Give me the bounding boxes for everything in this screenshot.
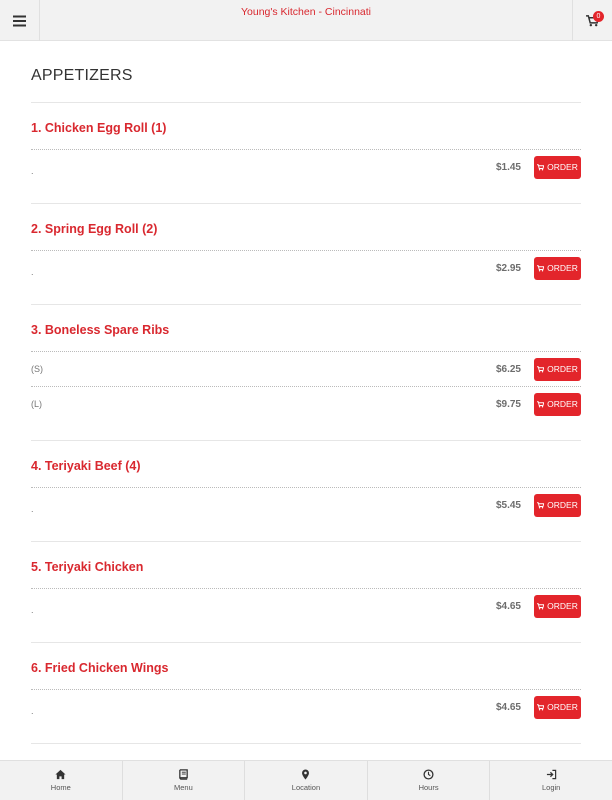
order-button[interactable]: ORDER bbox=[534, 695, 581, 719]
cart-icon bbox=[537, 163, 545, 170]
menu-option-row: (S) $6.25 ORDER bbox=[31, 351, 581, 386]
option-size-label: . bbox=[31, 605, 34, 615]
nav-login-label: Login bbox=[541, 783, 561, 792]
nav-hours[interactable]: Hours bbox=[368, 761, 491, 800]
menu-item-name: 3. Boneless Spare Ribs bbox=[31, 323, 170, 337]
cart-icon bbox=[537, 400, 545, 407]
menu-item: 3. Boneless Spare Ribs (S) $6.25 ORDER (L) $9… bbox=[31, 305, 581, 441]
menu-item: 2. Spring Egg Roll (2). $2.95 ORDER bbox=[31, 204, 581, 305]
option-price: $9.75 bbox=[495, 398, 521, 410]
hamburger-icon bbox=[13, 15, 26, 26]
order-button-label: ORDER bbox=[547, 162, 578, 172]
option-price: $5.45 bbox=[495, 499, 521, 511]
menu-button[interactable] bbox=[0, 0, 40, 41]
menu-option-row: . $4.65 ORDER bbox=[31, 588, 581, 623]
nav-hours-label: Hours bbox=[418, 783, 439, 792]
nav-login[interactable]: Login bbox=[490, 761, 612, 800]
option-size-label: . bbox=[31, 166, 34, 176]
menu-option-row: (L) $9.75 ORDER bbox=[31, 386, 581, 421]
nav-location-label: Location bbox=[291, 783, 321, 792]
menu-item-name: 5. Teriyaki Chicken bbox=[31, 560, 144, 574]
order-button-label: ORDER bbox=[547, 702, 578, 712]
clock-icon bbox=[423, 769, 434, 780]
menu-item: 6. Fried Chicken Wings. $4.65 ORDER bbox=[31, 643, 581, 744]
option-size-label: . bbox=[31, 706, 34, 716]
option-size-label: . bbox=[31, 504, 34, 514]
cart-icon bbox=[537, 602, 545, 609]
nav-menu-label: Menu bbox=[174, 783, 193, 792]
option-size-label: . bbox=[31, 267, 34, 277]
menu-content: APPETIZERS 1. Chicken Egg Roll (1). $1.45… bbox=[31, 41, 581, 760]
menu-option-row: . $5.45 ORDER bbox=[31, 487, 581, 522]
menu-item: 7. Fried Jumbo Shrimp (5) bbox=[31, 744, 581, 760]
order-button-label: ORDER bbox=[547, 364, 578, 374]
book-icon bbox=[179, 769, 188, 780]
cart-count-badge: 0 bbox=[593, 11, 604, 22]
menu-item-name: 2. Spring Egg Roll (2) bbox=[31, 222, 158, 236]
menu-option-row: . $2.95 ORDER bbox=[31, 250, 581, 285]
order-button[interactable]: ORDER bbox=[534, 392, 581, 416]
option-size-label: (L) bbox=[31, 399, 42, 409]
order-button-label: ORDER bbox=[547, 399, 578, 409]
option-price: $4.65 bbox=[495, 600, 521, 612]
sign-in-icon bbox=[546, 769, 556, 780]
order-button[interactable]: ORDER bbox=[534, 357, 581, 381]
menu-item-name: 6. Fried Chicken Wings bbox=[31, 661, 169, 675]
section-title: APPETIZERS bbox=[31, 67, 133, 84]
option-size-label: (S) bbox=[31, 364, 43, 374]
order-button[interactable]: ORDER bbox=[534, 493, 581, 517]
order-button-label: ORDER bbox=[547, 601, 578, 611]
option-price: $1.45 bbox=[495, 161, 521, 173]
menu-item-name: 4. Teriyaki Beef (4) bbox=[31, 459, 141, 473]
cart-icon bbox=[537, 264, 545, 271]
option-price: $6.25 bbox=[495, 363, 521, 375]
order-button[interactable]: ORDER bbox=[534, 594, 581, 618]
cart-icon bbox=[537, 501, 545, 508]
app-title: Young's Kitchen - Cincinnati bbox=[240, 6, 372, 18]
option-price: $4.65 bbox=[495, 701, 521, 713]
bottom-nav: Home Menu Location Hours Login bbox=[0, 760, 612, 800]
order-button[interactable]: ORDER bbox=[534, 256, 581, 280]
menu-item: 1. Chicken Egg Roll (1). $1.45 ORDER bbox=[31, 103, 581, 204]
cart-button[interactable]: 0 bbox=[572, 0, 612, 41]
nav-home-label: Home bbox=[50, 783, 71, 792]
map-marker-icon bbox=[302, 769, 310, 780]
menu-item: 5. Teriyaki Chicken. $4.65 ORDER bbox=[31, 542, 581, 643]
nav-home[interactable]: Home bbox=[0, 761, 123, 800]
menu-items-list: 1. Chicken Egg Roll (1). $1.45 ORDER 2. Spr… bbox=[31, 103, 581, 760]
nav-location[interactable]: Location bbox=[245, 761, 368, 800]
menu-option-row: . $1.45 ORDER bbox=[31, 149, 581, 184]
order-button-label: ORDER bbox=[547, 263, 578, 273]
nav-menu[interactable]: Menu bbox=[123, 761, 246, 800]
menu-option-row: . $4.65 ORDER bbox=[31, 689, 581, 724]
cart-icon bbox=[537, 703, 545, 710]
order-button-label: ORDER bbox=[547, 500, 578, 510]
cart-icon bbox=[537, 365, 545, 372]
menu-item-name: 1. Chicken Egg Roll (1) bbox=[31, 121, 167, 135]
order-button[interactable]: ORDER bbox=[534, 155, 581, 179]
option-price: $2.95 bbox=[495, 262, 521, 274]
top-bar: Young's Kitchen - Cincinnati 0 bbox=[0, 0, 612, 41]
menu-item: 4. Teriyaki Beef (4). $5.45 ORDER bbox=[31, 441, 581, 542]
home-icon bbox=[55, 769, 66, 780]
menu-item-name: 7. Fried Jumbo Shrimp (5) bbox=[31, 744, 581, 760]
